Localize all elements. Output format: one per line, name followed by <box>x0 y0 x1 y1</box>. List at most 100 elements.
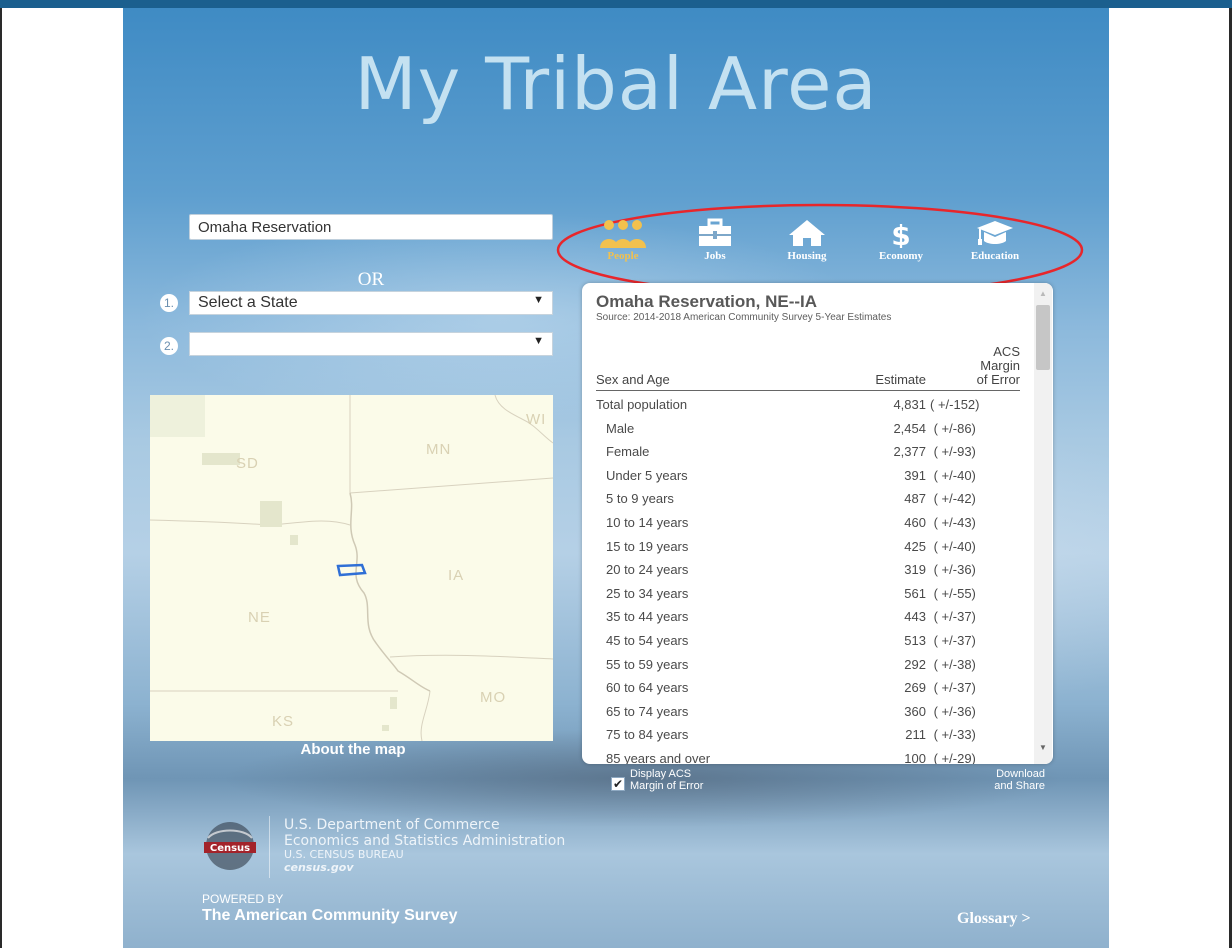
census-gov-link[interactable]: census.gov <box>284 861 565 874</box>
row-estimate: 319 <box>904 562 926 578</box>
map-label-wi: WI <box>526 411 547 428</box>
row-moe: ( +/-86) <box>930 420 976 436</box>
border-sd-ne <box>150 519 351 526</box>
map-area-ne-1 <box>260 501 282 527</box>
row-label: Male <box>606 420 635 436</box>
tab-economy[interactable]: $ Economy <box>861 218 941 262</box>
row-label: 5 to 9 years <box>606 491 674 507</box>
row-moe: ( +/-37) <box>930 609 976 625</box>
row-moe: ( +/-38) <box>930 656 976 672</box>
row-moe: ( +/-42) <box>930 491 976 507</box>
moe-checkbox-label[interactable]: Display ACS Margin of Error <box>630 768 740 792</box>
table-title: Omaha Reservation, NE--IA <box>596 292 818 311</box>
border-mn-ia <box>349 477 553 494</box>
dept-line3: U.S. CENSUS BUREAU <box>284 848 404 861</box>
table-row: 60 to 64 years 269 ( +/-37) <box>596 678 1020 702</box>
search-input[interactable] <box>189 214 553 240</box>
row-label: 65 to 74 years <box>606 703 689 719</box>
row-estimate: 487 <box>904 491 926 507</box>
col-header-estimate: Estimate <box>875 372 926 387</box>
dollar-icon: $ <box>891 219 910 248</box>
row-moe: ( +/-29) <box>930 750 976 764</box>
table-row: 75 to 84 years 211 ( +/-33) <box>596 725 1020 749</box>
row-label: 85 years and over <box>606 750 711 764</box>
row-moe: ( +/-40) <box>930 467 976 483</box>
row-estimate: 292 <box>904 656 926 672</box>
chevron-down-icon: ▼ <box>533 294 544 306</box>
step-one-badge: 1. <box>160 294 178 312</box>
or-label: OR <box>357 269 385 290</box>
row-estimate: 425 <box>904 538 926 554</box>
graduation-cap-icon <box>977 221 1013 245</box>
table-row: 10 to 14 years 460 ( +/-43) <box>596 513 1020 537</box>
briefcase-icon <box>699 218 731 246</box>
moe-checkbox[interactable]: ✔ <box>611 777 625 791</box>
people-icon <box>600 220 646 248</box>
download-share-link[interactable]: Download and Share <box>959 768 1045 792</box>
about-map-link[interactable]: About the map <box>273 741 433 758</box>
header-rule <box>596 390 1020 391</box>
row-moe: ( +/-152) <box>930 397 980 412</box>
row-estimate: 513 <box>904 632 926 648</box>
map-label-ne: NE <box>248 609 271 626</box>
table-source: Source: 2014-2018 American Community Sur… <box>596 312 892 323</box>
map-area-ks-1 <box>390 697 397 709</box>
map-label-ia: IA <box>448 567 465 584</box>
row-estimate: 460 <box>904 514 926 530</box>
state-select-value: Select a State <box>198 294 298 311</box>
row-label: Total population <box>596 397 688 412</box>
area-select[interactable]: ▼ <box>189 332 553 356</box>
row-label: Female <box>606 444 650 460</box>
acs-label: The American Community Survey <box>202 907 458 924</box>
row-estimate: 211 <box>905 727 926 743</box>
row-estimate: 4,831 <box>893 397 926 412</box>
table-row: 25 to 34 years 561 ( +/-55) <box>596 584 1020 608</box>
glossary-link[interactable]: Glossary > <box>957 910 1031 928</box>
reservation-outline <box>336 563 367 577</box>
row-moe: ( +/-37) <box>930 680 976 696</box>
tab-people[interactable]: People <box>583 218 663 262</box>
map-label-mo: MO <box>480 689 507 706</box>
logo-divider <box>269 816 270 878</box>
border-ia-mo <box>389 654 553 660</box>
row-label: Under 5 years <box>606 467 688 483</box>
table-row: 15 to 19 years 425 ( +/-40) <box>596 537 1020 561</box>
row-moe: ( +/-40) <box>930 538 976 554</box>
row-label: 45 to 54 years <box>606 632 689 648</box>
map-label-mn: MN <box>426 441 452 458</box>
area-map[interactable]: WI MN SD IA NE MO KS <box>150 395 553 741</box>
row-moe: ( +/-93) <box>930 444 976 460</box>
state-select[interactable]: Select a State ▼ <box>189 291 553 315</box>
app-panel: My Tribal Area OR 1. Select a State ▼ 2.… <box>123 8 1109 948</box>
tab-jobs[interactable]: Jobs <box>675 218 755 262</box>
map-label-sd: SD <box>236 455 259 472</box>
topic-toolbar: People Jobs Housing $ Economy Education <box>583 218 1048 276</box>
scrollbar-thumb[interactable] <box>1036 305 1050 370</box>
scroll-up-icon[interactable]: ▲ <box>1034 289 1052 298</box>
map-area-ne-2 <box>290 535 298 545</box>
row-estimate: 2,377 <box>893 444 926 460</box>
scroll-down-icon[interactable]: ▼ <box>1034 743 1052 752</box>
row-estimate: 443 <box>904 609 926 625</box>
tab-education[interactable]: Education <box>955 218 1035 262</box>
row-label: 15 to 19 years <box>606 538 689 554</box>
table-row: Male 2,454 ( +/-86) <box>596 419 1020 443</box>
top-bar <box>0 0 1232 8</box>
chevron-down-icon: ▼ <box>533 335 544 347</box>
row-estimate: 561 <box>904 585 926 601</box>
table-row: 85 years and over 100 ( +/-29) <box>596 749 1020 764</box>
table-row: 55 to 59 years 292 ( +/-38) <box>596 655 1020 679</box>
data-table-card[interactable]: Omaha Reservation, NE--IA Source: 2014-2… <box>582 283 1053 764</box>
window-edge-left <box>0 8 2 948</box>
row-estimate: 2,454 <box>893 420 926 436</box>
download-label-line1: Download <box>996 768 1045 780</box>
tab-jobs-label: Jobs <box>704 250 726 262</box>
row-moe: ( +/-55) <box>930 585 976 601</box>
tab-housing[interactable]: Housing <box>767 218 847 262</box>
table-row: Female 2,377 ( +/-93) <box>596 442 1020 466</box>
map-area-ks-2 <box>382 725 389 731</box>
row-label: 20 to 24 years <box>606 562 689 578</box>
row-moe: ( +/-33) <box>930 727 976 743</box>
census-logo-text: Census <box>210 843 250 854</box>
dept-line2: Economics and Statistics Administration <box>284 833 566 849</box>
